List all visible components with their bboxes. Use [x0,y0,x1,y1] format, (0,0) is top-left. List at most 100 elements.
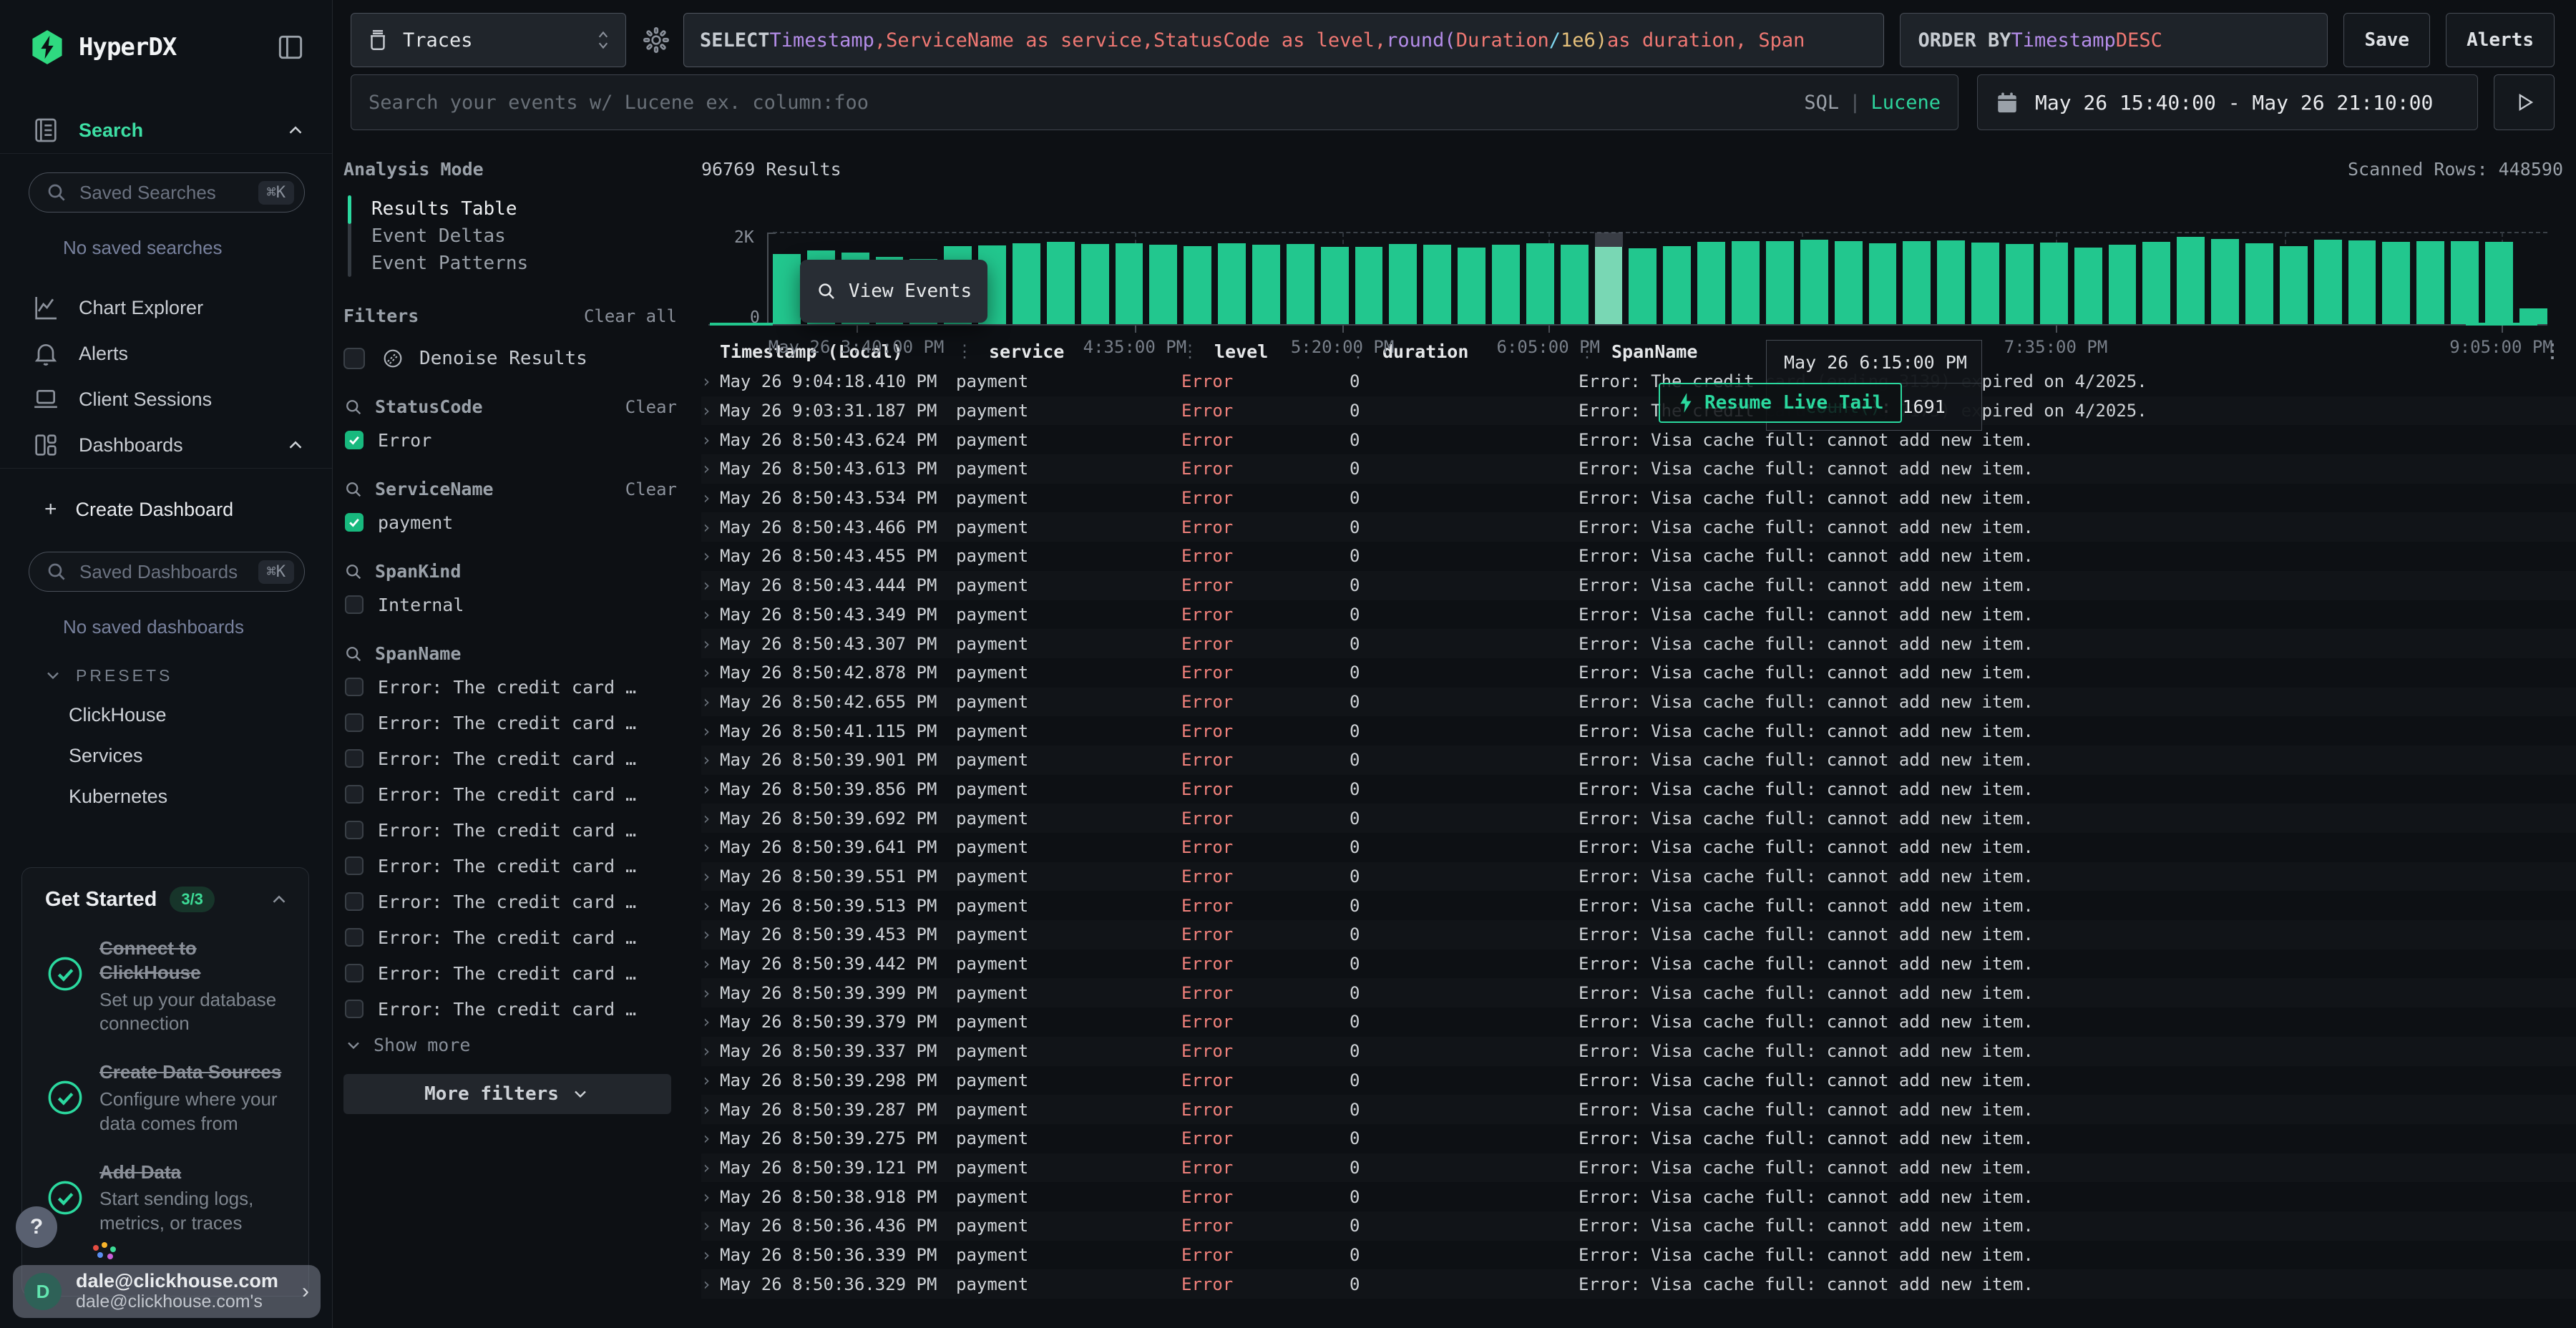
filter-checkbox-item[interactable]: Error: The credit card … [343,853,687,879]
row-expand-chevron-icon[interactable]: › [701,721,720,741]
more-filters-button[interactable]: More filters [343,1074,671,1114]
table-row[interactable]: ›May 26 8:50:43.613 PMpaymentError0Error… [701,454,2576,484]
table-row[interactable]: ›May 26 8:50:41.115 PMpaymentError0Error… [701,716,2576,746]
row-expand-chevron-icon[interactable]: › [701,1245,720,1265]
col-duration[interactable]: duration [1382,341,1468,362]
filter-checkbox[interactable] [345,595,364,614]
table-row[interactable]: ›May 26 8:50:43.624 PMpaymentError0Error… [701,425,2576,454]
sidebar-preset-item[interactable]: Kubernetes [0,767,332,808]
filter-checkbox-item[interactable]: Error: The credit card … [343,674,687,700]
sidebar-item-client-sessions[interactable]: Client Sessions [0,376,332,422]
filter-checkbox[interactable] [345,964,364,982]
histogram-bar[interactable] [1869,243,1897,324]
event-search-input[interactable]: Search your events w/ Lucene ex. column:… [351,74,1958,130]
table-row[interactable]: ›May 26 8:50:39.901 PMpaymentError0Error… [701,746,2576,775]
source-select[interactable]: Traces [351,13,626,67]
row-expand-chevron-icon[interactable]: › [701,866,720,887]
histogram-bar[interactable] [2074,248,2102,324]
histogram-bar[interactable] [1149,245,1177,324]
time-range-picker[interactable]: May 26 15:40:00 - May 26 21:10:00 [1977,74,2478,130]
histogram-bar[interactable] [1081,244,1109,324]
table-row[interactable]: ›May 26 8:50:43.466 PMpaymentError0Error… [701,512,2576,542]
presets-toggle[interactable]: PRESETS [0,638,332,685]
col-service[interactable]: service [989,341,1064,362]
table-row[interactable]: ›May 26 8:50:39.551 PMpaymentError0Error… [701,862,2576,892]
histogram-bar[interactable] [2211,239,2239,324]
row-expand-chevron-icon[interactable]: › [701,459,720,479]
table-row[interactable]: ›May 26 8:50:39.287 PMpaymentError0Error… [701,1095,2576,1124]
row-expand-chevron-icon[interactable]: › [701,896,720,916]
histogram-bar[interactable] [1355,247,1383,324]
table-row[interactable]: ›May 26 8:50:42.878 PMpaymentError0Error… [701,658,2576,688]
sidebar-item-search[interactable]: Search [0,107,332,153]
filter-checkbox[interactable] [345,856,364,875]
filter-checkbox[interactable] [345,785,364,804]
row-expand-chevron-icon[interactable]: › [701,663,720,683]
filter-checkbox-item[interactable]: Error: The credit card … [343,710,687,736]
filter-checkbox-item[interactable]: Error: The credit card … [343,960,687,986]
histogram-bar[interactable] [1184,246,1211,324]
filter-clear-button[interactable]: Clear [625,479,677,499]
denoise-checkbox[interactable] [343,348,365,369]
filter-checkbox-item[interactable]: payment [343,509,687,535]
row-expand-chevron-icon[interactable]: › [701,634,720,654]
histogram-bar[interactable] [2382,242,2410,324]
filter-checkbox[interactable] [345,431,364,449]
clear-all-button[interactable]: Clear all [584,306,677,326]
row-expand-chevron-icon[interactable]: › [701,430,720,450]
histogram-bar[interactable] [2109,245,2137,324]
row-expand-chevron-icon[interactable]: › [701,809,720,829]
language-lucene-toggle[interactable]: Lucene [1870,92,1941,114]
table-row[interactable]: ›May 26 8:50:39.442 PMpaymentError0Error… [701,949,2576,979]
histogram-bar[interactable] [1629,248,1657,324]
histogram-bar[interactable] [1663,246,1691,324]
run-query-button[interactable] [2494,74,2555,130]
row-expand-chevron-icon[interactable]: › [701,1187,720,1207]
filter-checkbox[interactable] [345,928,364,947]
row-expand-chevron-icon[interactable]: › [701,605,720,625]
filter-clear-button[interactable]: Clear [625,397,677,417]
histogram-bar[interactable] [1561,245,1589,324]
order-by-input[interactable]: ORDER BY Timestamp DESC [1900,13,2328,67]
source-settings-gear-icon[interactable] [642,26,670,54]
histogram-bar[interactable] [1458,248,1485,324]
histogram-bar[interactable] [773,254,801,324]
filter-checkbox-item[interactable]: Error [343,427,687,453]
filter-checkbox[interactable] [345,749,364,768]
histogram-bar[interactable] [1526,243,1554,324]
table-row[interactable]: ›May 26 8:50:39.692 PMpaymentError0Error… [701,804,2576,833]
chevron-up-icon[interactable] [285,434,306,456]
user-menu[interactable]: D dale@clickhouse.com dale@clickhouse.co… [13,1265,321,1318]
histogram-bar[interactable] [2451,241,2479,324]
filter-checkbox[interactable] [345,1000,364,1018]
histogram-bar[interactable] [2280,246,2308,324]
filter-checkbox-item[interactable]: Error: The credit card … [343,781,687,807]
row-expand-chevron-icon[interactable]: › [701,924,720,944]
histogram-bar[interactable] [1595,247,1623,324]
histogram-bar[interactable] [1766,241,1794,324]
histogram-bar[interactable] [1800,240,1828,324]
filter-checkbox-item[interactable]: Error: The credit card … [343,889,687,914]
filter-checkbox-item[interactable]: Error: The credit card … [343,996,687,1022]
histogram-bar[interactable] [1287,244,1314,324]
chevron-up-icon[interactable] [268,889,290,910]
histogram-bar[interactable] [1218,243,1246,324]
row-expand-chevron-icon[interactable]: › [701,692,720,712]
filter-checkbox[interactable] [345,821,364,839]
filter-checkbox[interactable] [345,513,364,532]
histogram-bars[interactable] [773,233,2547,324]
row-expand-chevron-icon[interactable]: › [701,371,720,391]
filter-checkbox-item[interactable]: Error: The credit card … [343,817,687,843]
filter-checkbox-item[interactable]: Internal [343,592,687,617]
table-row[interactable]: ›May 26 8:50:39.379 PMpaymentError0Error… [701,1007,2576,1037]
filter-checkbox[interactable] [345,892,364,911]
row-expand-chevron-icon[interactable]: › [701,954,720,974]
histogram-bar[interactable] [2142,242,2170,324]
filter-checkbox[interactable] [345,678,364,696]
table-row[interactable]: ›May 26 8:50:36.339 PMpaymentError0Error… [701,1241,2576,1270]
histogram-bar[interactable] [2348,240,2376,324]
row-expand-chevron-icon[interactable]: › [701,546,720,566]
row-expand-chevron-icon[interactable]: › [701,1100,720,1120]
row-expand-chevron-icon[interactable]: › [701,750,720,770]
table-row[interactable]: ›May 26 8:50:39.856 PMpaymentError0Error… [701,775,2576,804]
